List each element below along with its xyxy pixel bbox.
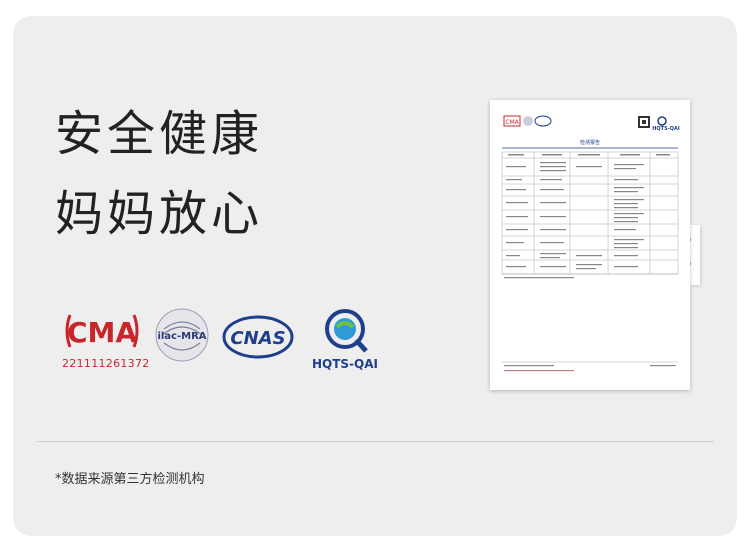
headline-line-2: 妈妈放心 xyxy=(55,186,264,242)
data-source-note: *数据来源第三方检测机构 xyxy=(55,472,205,487)
cma-logo: CMA 221111261372 xyxy=(62,309,150,371)
report-brand: HQTS-QAI xyxy=(652,126,680,132)
report-page-behind xyxy=(690,225,700,285)
hqts-qai-logo: HQTS-QAI xyxy=(300,305,390,375)
headline-line-1: 安全健康 xyxy=(55,106,264,162)
test-report-thumbnail: CMA HQTS-QAI 检测报告 xyxy=(490,100,690,390)
ilac-text: ilac-MRA xyxy=(157,331,206,342)
certification-logos: CMA 221111261372 ilac-MRA CNAS HQTS-QAI xyxy=(62,305,392,385)
cma-text: CMA xyxy=(67,316,137,349)
cnas-logo: CNAS xyxy=(222,313,294,361)
cma-number: 221111261372 xyxy=(62,357,150,370)
report-title: 检测报告 xyxy=(580,139,600,146)
hqts-qai-text: HQTS-QAI xyxy=(311,357,378,371)
divider xyxy=(37,441,714,442)
svg-text:CMA: CMA xyxy=(505,119,519,126)
cnas-text: CNAS xyxy=(230,328,285,349)
ilac-mra-logo: ilac-MRA xyxy=(154,307,210,363)
